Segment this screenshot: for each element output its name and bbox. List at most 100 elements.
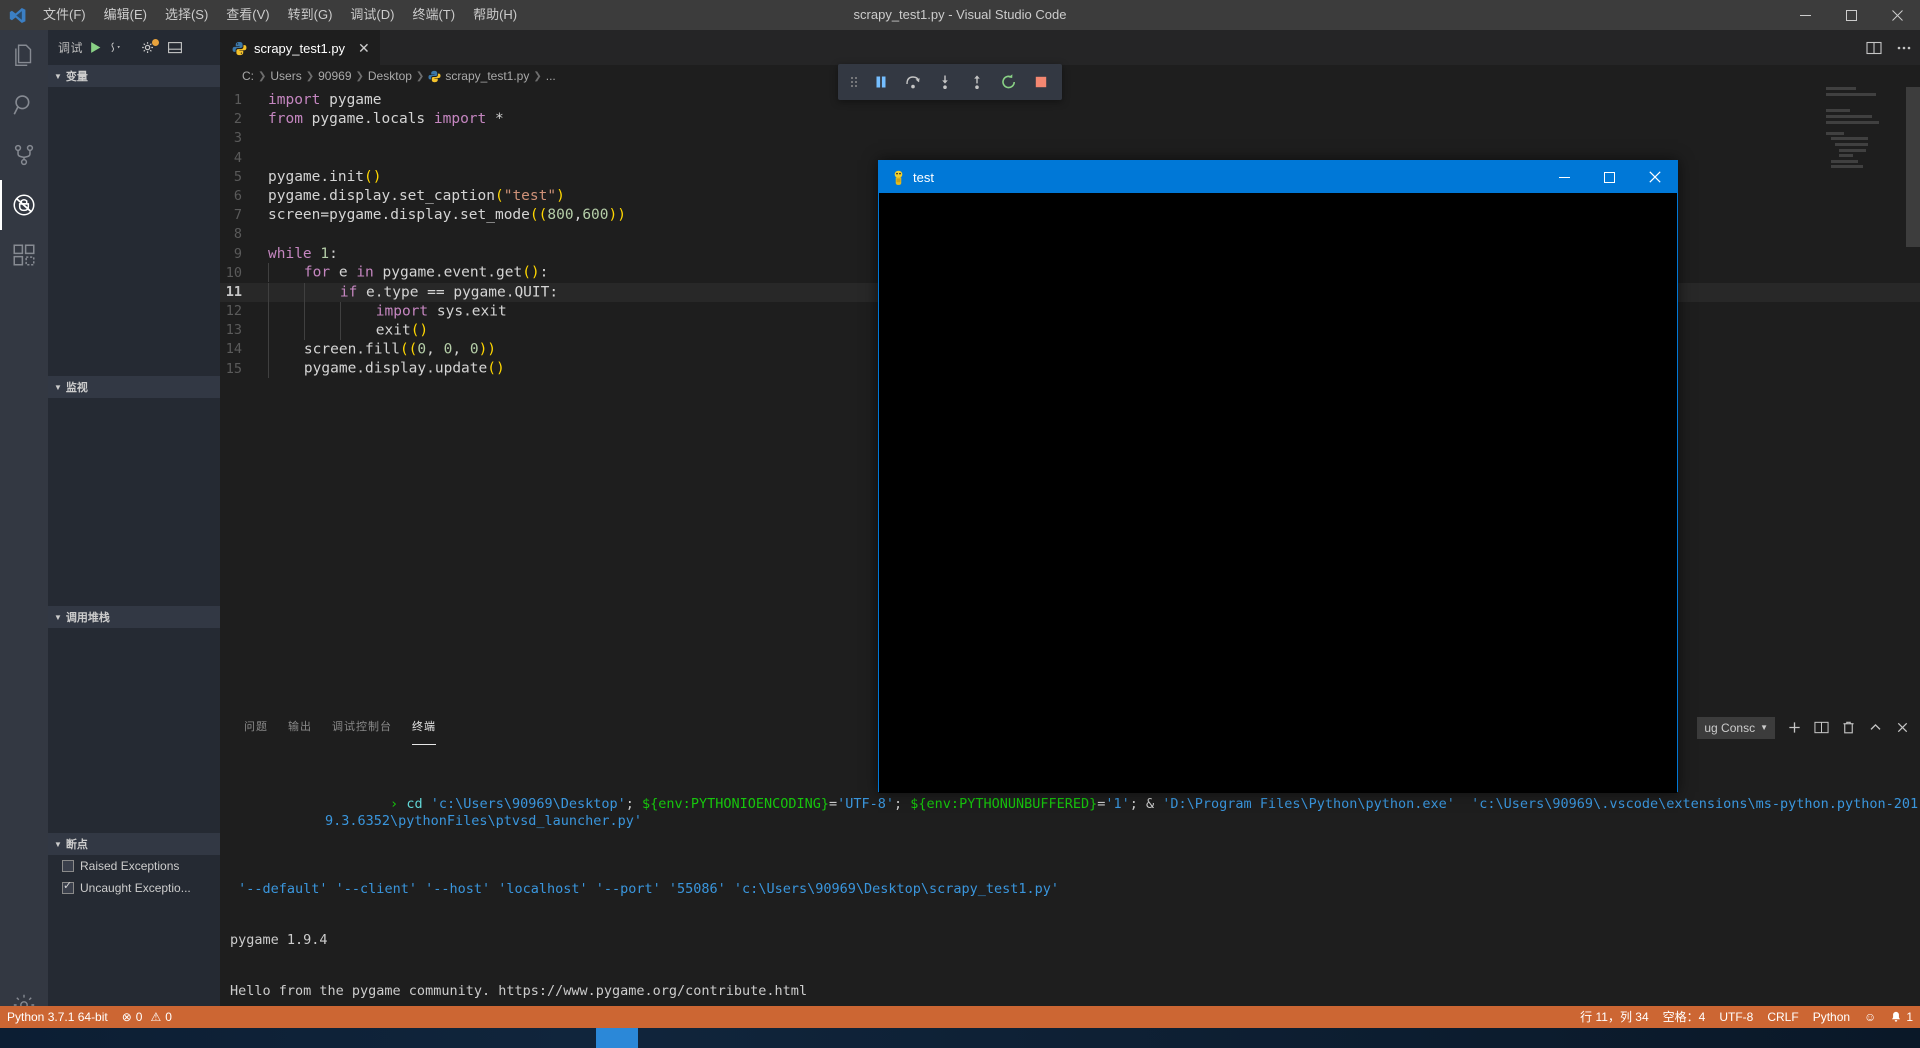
maximize-button[interactable]	[1828, 0, 1874, 30]
chevron-down-icon: ▼	[54, 71, 62, 81]
code-token: "test"	[503, 187, 557, 204]
code-token: *	[495, 111, 504, 128]
status-error-count: 0	[135, 1010, 143, 1024]
code-token: pygame.init	[268, 168, 365, 185]
extensions-icon[interactable]	[0, 230, 48, 280]
search-icon[interactable]	[0, 80, 48, 130]
kill-terminal-icon[interactable]	[1841, 720, 1856, 735]
terminal-selector-dropdown[interactable]: ug Consc ▼	[1697, 716, 1775, 739]
code-token: )	[556, 187, 565, 204]
status-encoding[interactable]: UTF-8	[1712, 1006, 1760, 1028]
explorer-icon[interactable]	[0, 30, 48, 80]
stop-icon[interactable]	[1026, 67, 1056, 97]
sidebar-section-variables[interactable]: ▼ 变量	[48, 65, 220, 87]
menu-selection[interactable]: 选择(S)	[156, 0, 217, 30]
more-actions-icon[interactable]	[1896, 40, 1912, 56]
debug-open-panel-icon[interactable]	[168, 41, 182, 54]
step-over-icon[interactable]	[898, 67, 928, 97]
checkbox-unchecked-icon[interactable]	[62, 860, 74, 872]
pygame-window[interactable]: test	[878, 160, 1678, 793]
status-bar-right: 行 11，列 34 空格：4 UTF-8 CRLF Python ☺ 1	[1573, 1006, 1920, 1028]
code-line[interactable]: 1 import pygame	[220, 91, 1920, 110]
minimize-button[interactable]	[1782, 0, 1828, 30]
breadcrumb-item-users[interactable]: Users	[270, 69, 301, 83]
code-line-text: for e in pygame.event.get():	[268, 263, 548, 283]
menu-view[interactable]: 查看(V)	[217, 0, 278, 30]
debug-config-dropdown-icon[interactable]	[108, 41, 125, 54]
tab-problems[interactable]: 问题	[234, 710, 278, 745]
breadcrumb-item-user[interactable]: 90969	[318, 69, 351, 83]
breadcrumb-item-desktop[interactable]: Desktop	[368, 69, 412, 83]
status-python-version[interactable]: Python 3.7.1 64-bit	[0, 1006, 115, 1028]
menu-terminal[interactable]: 终端(T)	[403, 0, 464, 30]
code-token: exit	[375, 322, 411, 339]
editor-minimap[interactable]	[1826, 87, 1906, 177]
menu-go[interactable]: 转到(G)	[279, 0, 342, 30]
close-panel-icon[interactable]	[1895, 720, 1910, 735]
pygame-minimize-button[interactable]	[1542, 161, 1587, 193]
windows-taskbar	[0, 1028, 1920, 1048]
line-number: 4	[233, 149, 242, 166]
menu-edit[interactable]: 编辑(E)	[95, 0, 156, 30]
taskbar-active-item[interactable]	[596, 1028, 638, 1048]
sidebar-section-variables-label: 变量	[65, 71, 88, 83]
tab-debug-console[interactable]: 调试控制台	[322, 710, 402, 745]
menu-file[interactable]: 文件(F)	[34, 0, 95, 30]
code-line[interactable]: 2 from pygame.locals import *	[220, 110, 1920, 129]
pygame-close-button[interactable]	[1632, 161, 1677, 193]
breadcrumb-item-more[interactable]: ...	[546, 69, 556, 83]
code-token: pygame.locals	[302, 111, 434, 128]
pause-icon[interactable]	[866, 67, 896, 97]
pygame-canvas[interactable]	[879, 193, 1677, 793]
code-token: ))	[478, 341, 497, 358]
drag-handle-icon[interactable]	[844, 67, 864, 97]
code-line-text: pygame.init()	[268, 168, 382, 187]
editor-vertical-scrollbar[interactable]	[1906, 87, 1920, 247]
pygame-maximize-button[interactable]	[1587, 161, 1632, 193]
step-out-icon[interactable]	[962, 67, 992, 97]
pygame-window-controls	[1542, 161, 1677, 193]
status-notifications[interactable]: 1	[1883, 1006, 1920, 1028]
code-token: ))	[608, 207, 626, 224]
status-feedback-smiley-icon[interactable]: ☺	[1857, 1006, 1883, 1028]
tab-terminal[interactable]: 终端	[402, 710, 446, 745]
close-button[interactable]	[1874, 0, 1920, 30]
code-token: ()	[364, 168, 382, 185]
source-control-icon[interactable]	[0, 130, 48, 180]
status-indentation[interactable]: 空格：4	[1656, 1006, 1713, 1028]
tab-scrapy-test1[interactable]: scrapy_test1.py ✕	[220, 30, 380, 65]
breadcrumb-item-drive[interactable]: C:	[242, 69, 254, 83]
debug-settings-gear-icon[interactable]	[141, 39, 160, 55]
step-into-icon[interactable]	[930, 67, 960, 97]
breakpoint-row-uncaught-exceptions[interactable]: Uncaught Exceptio...	[48, 877, 220, 899]
breadcrumb-item-file[interactable]: scrapy_test1.py	[445, 69, 529, 83]
code-line[interactable]: 3	[220, 129, 1920, 148]
new-terminal-icon[interactable]	[1787, 720, 1802, 735]
maximize-panel-icon[interactable]	[1868, 720, 1883, 735]
split-terminal-icon[interactable]	[1814, 720, 1829, 735]
restart-icon[interactable]	[994, 67, 1024, 97]
status-eol[interactable]: CRLF	[1760, 1006, 1805, 1028]
menu-debug[interactable]: 调试(D)	[341, 0, 403, 30]
line-number: 15	[225, 360, 242, 377]
code-token: 1	[320, 245, 330, 262]
split-editor-icon[interactable]	[1866, 40, 1882, 56]
status-problems[interactable]: ⊗ 0 ⚠ 0	[115, 1006, 179, 1028]
sidebar-section-watch[interactable]: ▼ 监视	[48, 376, 220, 398]
sidebar-section-breakpoints[interactable]: ▼ 断点	[48, 833, 220, 855]
checkbox-checked-icon[interactable]	[62, 879, 74, 894]
start-debug-icon[interactable]	[89, 41, 102, 54]
code-token: e.type == pygame.QUIT:	[357, 284, 559, 301]
sidebar-section-callstack[interactable]: ▼ 调用堆栈	[48, 606, 220, 628]
status-language-mode[interactable]: Python	[1806, 1006, 1857, 1028]
menu-help[interactable]: 帮助(H)	[464, 0, 526, 30]
pygame-titlebar[interactable]: test	[879, 161, 1677, 193]
debug-icon[interactable]	[0, 180, 48, 230]
status-line-column[interactable]: 行 11，列 34	[1573, 1006, 1655, 1028]
code-token: ((	[529, 207, 548, 224]
breakpoint-row-raised-exceptions[interactable]: Raised Exceptions	[48, 855, 220, 877]
code-token: ,	[573, 207, 583, 224]
tab-close-icon[interactable]: ✕	[358, 40, 370, 57]
tab-output[interactable]: 输出	[278, 710, 322, 745]
code-token: import	[375, 303, 429, 320]
